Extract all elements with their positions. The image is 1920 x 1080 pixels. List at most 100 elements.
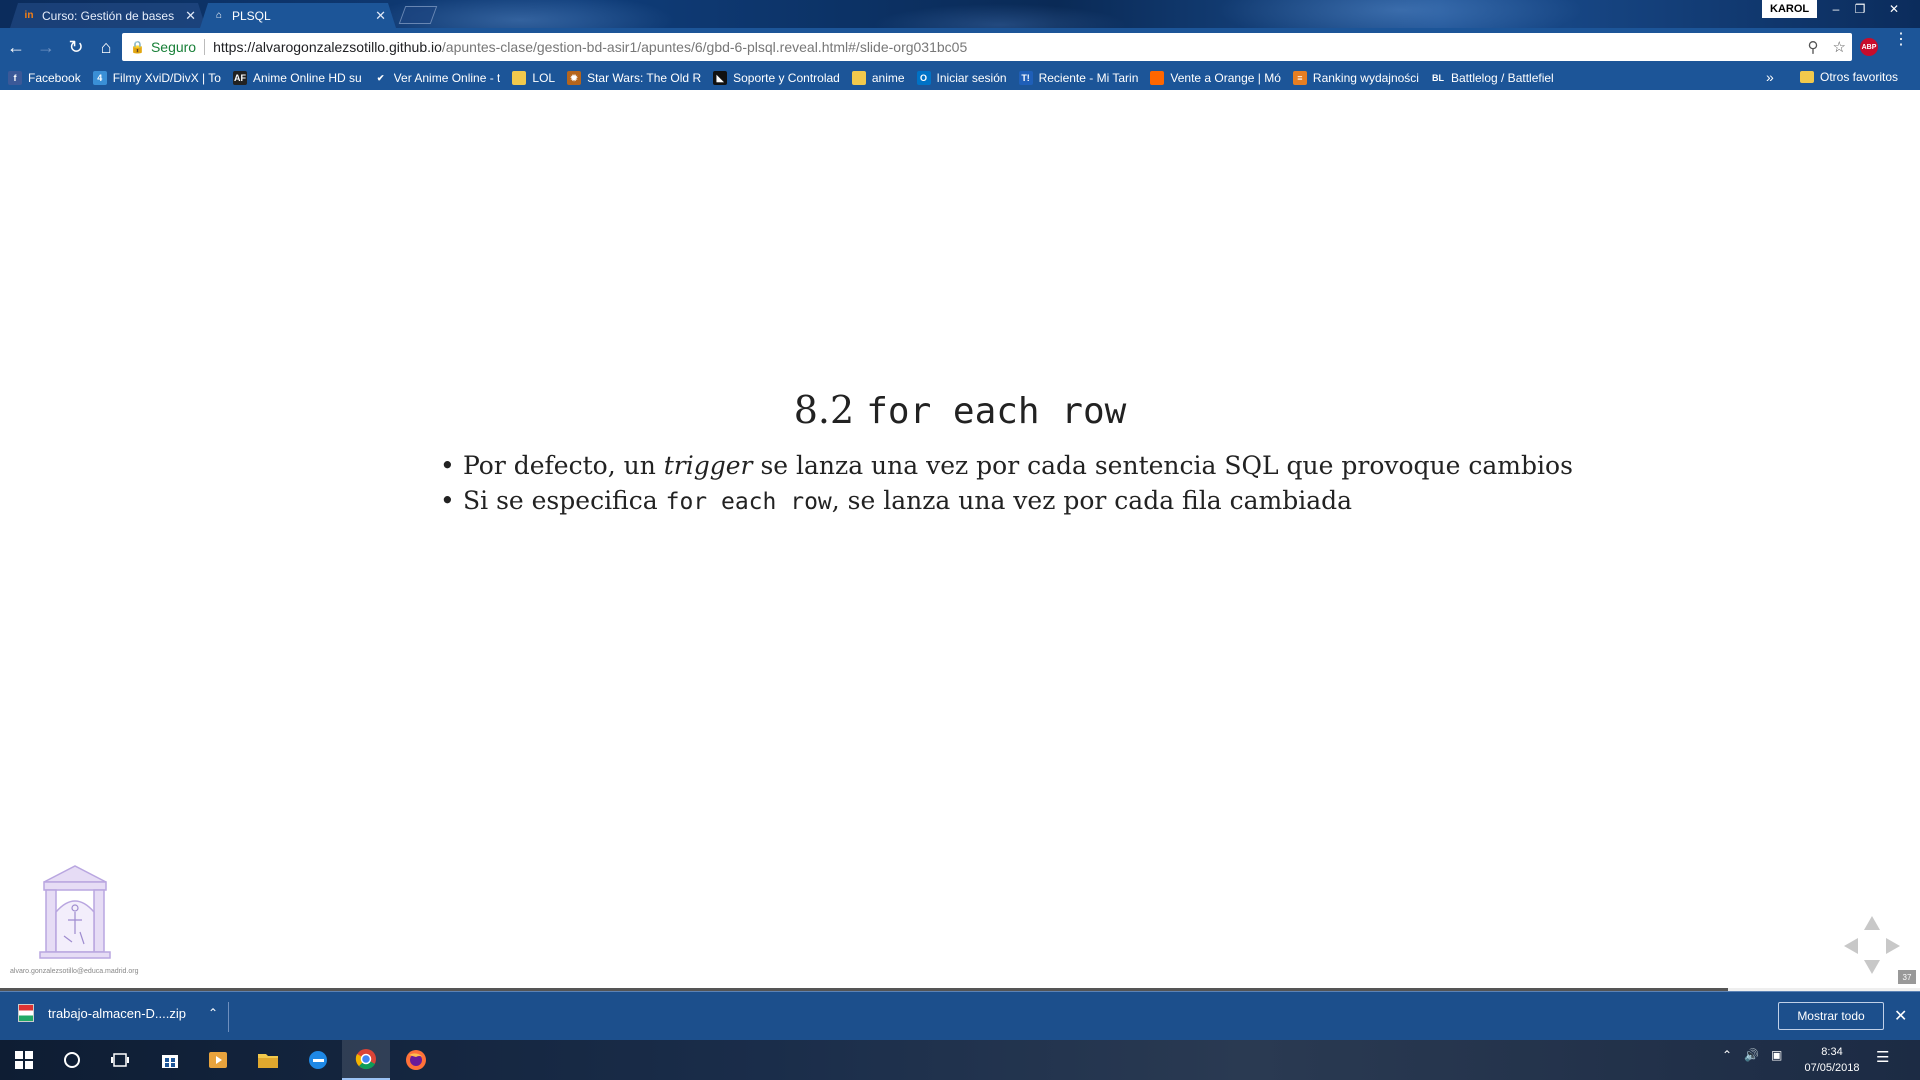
- bookmarks-bar: f Facebook 4 Filmy XviD/DivX | To AF Anime On…: [0, 66, 1920, 90]
- bookmark-label: LOL: [532, 71, 556, 85]
- bookmark-star-icon[interactable]: ☆: [1833, 38, 1846, 56]
- bookmark-icon: ✹: [567, 71, 582, 85]
- omnibox-divider: [204, 39, 206, 55]
- download-item[interactable]: trabajo-almacen-D....zip ⌃: [18, 1004, 218, 1022]
- url-host: https://alvarogonzalezsotillo.github.io: [213, 39, 442, 55]
- search-icon[interactable]: ⚲: [1808, 38, 1819, 56]
- close-shelf-icon[interactable]: ✕: [1894, 1006, 1907, 1026]
- firefox-icon[interactable]: [392, 1040, 440, 1080]
- clock-time: 8:34: [1821, 1046, 1843, 1058]
- tab-label: Curso: Gestión de bases: [42, 8, 175, 23]
- file-explorer-icon[interactable]: [244, 1040, 292, 1080]
- lock-icon: 🔒: [130, 40, 145, 54]
- bookmark-item[interactable]: LOL: [512, 71, 555, 85]
- bookmark-label: Ver Anime Online - t: [393, 71, 501, 85]
- bookmark-icon: T!: [1018, 71, 1033, 85]
- tab-close-icon[interactable]: ✕: [185, 8, 196, 24]
- tab-curso[interactable]: in Curso: Gestión de bases ✕: [10, 3, 206, 28]
- windows-start-icon[interactable]: [0, 1040, 48, 1080]
- home-icon[interactable]: ⌂: [92, 33, 120, 61]
- navigate-up-icon[interactable]: [1864, 916, 1880, 930]
- browser-toolbar: ← → ↻ ⌂ 🔒 Seguro https://alvarogonzalezs…: [0, 28, 1920, 66]
- new-tab-button[interactable]: [398, 6, 438, 24]
- bookmark-item[interactable]: 4 Filmy XviD/DivX | To: [92, 71, 221, 85]
- school-logo: [39, 865, 111, 959]
- navigate-right-icon[interactable]: [1886, 938, 1900, 954]
- address-bar[interactable]: 🔒 Seguro https://alvarogonzalezsotillo.g…: [122, 33, 1852, 61]
- clock-date: 07/05/2018: [1804, 1062, 1860, 1074]
- bookmark-item[interactable]: ✹ Star Wars: The Old R: [567, 71, 701, 85]
- task-view-icon[interactable]: [96, 1040, 144, 1080]
- slide-number: 37: [1898, 970, 1916, 984]
- search-icon[interactable]: [48, 1040, 96, 1080]
- bookmark-icon: AF: [232, 71, 247, 85]
- navigate-down-icon[interactable]: [1864, 960, 1880, 974]
- bookmark-item[interactable]: BL Battlelog / Battlefiel: [1430, 71, 1554, 85]
- bookmark-icon: f: [8, 71, 22, 85]
- volume-icon[interactable]: 🔊: [1744, 1048, 1759, 1062]
- navigate-left-icon[interactable]: [1844, 938, 1858, 954]
- bookmark-item[interactable]: Vente a Orange | Mó: [1150, 71, 1281, 85]
- bookmark-item[interactable]: ≡ Ranking wydajności: [1292, 71, 1419, 85]
- tab-close-icon[interactable]: ✕: [375, 8, 386, 24]
- download-file-name: trabajo-almacen-D....zip: [48, 1005, 186, 1021]
- bookmark-label: Anime Online HD su: [252, 71, 362, 85]
- bookmark-label: Star Wars: The Old R: [587, 71, 702, 85]
- bookmark-label: Ranking wydajności: [1312, 71, 1419, 85]
- bookmark-label: Battlelog / Battlefiel: [1450, 71, 1554, 85]
- bullet-text: Por defecto, un: [463, 451, 664, 480]
- bullet-emphasis: trigger: [663, 451, 753, 480]
- bookmark-item[interactable]: AF Anime Online HD su: [232, 71, 362, 85]
- bullet-code: for each row: [665, 489, 832, 515]
- bookmark-label: anime: [871, 71, 905, 85]
- list-item: Por defecto, un trigger se lanza una vez…: [440, 448, 1573, 483]
- page-icon: ⌂: [215, 10, 223, 21]
- menu-icon[interactable]: ⋮: [1893, 32, 1909, 48]
- profile-button[interactable]: KAROL: [1762, 0, 1818, 18]
- bookmarks-more-icon[interactable]: »: [1766, 69, 1774, 85]
- network-icon[interactable]: ▣: [1771, 1048, 1782, 1062]
- bookmark-item[interactable]: ✔ Ver Anime Online - t: [373, 71, 501, 85]
- other-bookmarks-folder[interactable]: Otros favoritos: [1800, 70, 1898, 84]
- author-email: alvaro.gonzalezsotillo@educa.madrid.org: [10, 968, 139, 975]
- bookmark-label: Otros favoritos: [1820, 70, 1899, 84]
- bookmark-item[interactable]: f Facebook: [8, 71, 81, 85]
- bookmark-item[interactable]: O Iniciar sesión: [916, 71, 1007, 85]
- bookmark-icon: 4: [92, 71, 107, 85]
- slide: [0, 90, 1920, 990]
- title-bar: in Curso: Gestión de bases ✕ ⌂ PLSQL ✕ K…: [0, 0, 1920, 28]
- back-icon[interactable]: ←: [2, 33, 30, 61]
- chevron-up-icon[interactable]: ⌃: [208, 1006, 218, 1020]
- url-path: /apuntes-clase/gestion-bd-asir1/apuntes/…: [441, 39, 968, 55]
- slide-title: 8.2 for each row: [0, 388, 1920, 432]
- adblock-icon[interactable]: ABP: [1860, 38, 1878, 56]
- media-player-icon[interactable]: [194, 1040, 242, 1080]
- tab-plsql[interactable]: ⌂ PLSQL ✕: [200, 3, 396, 28]
- chevron-up-icon[interactable]: ⌃: [1722, 1048, 1732, 1062]
- bookmark-icon: [512, 71, 527, 85]
- store-icon[interactable]: [146, 1040, 194, 1080]
- list-item: Si se especifica for each row, se lanza …: [440, 483, 1573, 520]
- bookmark-item[interactable]: ◣ Soporte y Controlad: [713, 71, 840, 85]
- moodle-icon: in: [24, 10, 34, 21]
- notification-icon[interactable]: ☰: [1876, 1048, 1889, 1066]
- forward-icon[interactable]: →: [32, 33, 60, 61]
- bookmark-icon: [851, 71, 866, 85]
- clock[interactable]: 8:34 07/05/2018: [1800, 1044, 1864, 1076]
- folder-icon: [1800, 71, 1814, 83]
- bullet-text: , se lanza una vez por cada fila cambiad…: [831, 486, 1353, 515]
- close-window-button[interactable]: ✕: [1880, 0, 1908, 18]
- edge-icon[interactable]: [294, 1040, 342, 1080]
- bullet-text: se lanza una vez por cada sentencia SQL …: [752, 451, 1573, 480]
- bookmark-label: Iniciar sesión: [936, 71, 1007, 85]
- show-all-button[interactable]: Mostrar todo: [1778, 1002, 1884, 1030]
- bookmark-icon: ◣: [713, 71, 728, 85]
- chrome-icon[interactable]: [342, 1040, 390, 1080]
- bookmark-item[interactable]: anime: [851, 71, 905, 85]
- restore-button[interactable]: ❐: [1846, 0, 1874, 18]
- reload-icon[interactable]: ↻: [62, 33, 90, 61]
- bookmark-label: Soporte y Controlad: [733, 71, 840, 85]
- bookmark-label: Facebook: [28, 71, 81, 85]
- bookmark-item[interactable]: T! Reciente - Mi Tarin: [1018, 71, 1138, 85]
- bookmark-icon: BL: [1430, 71, 1445, 85]
